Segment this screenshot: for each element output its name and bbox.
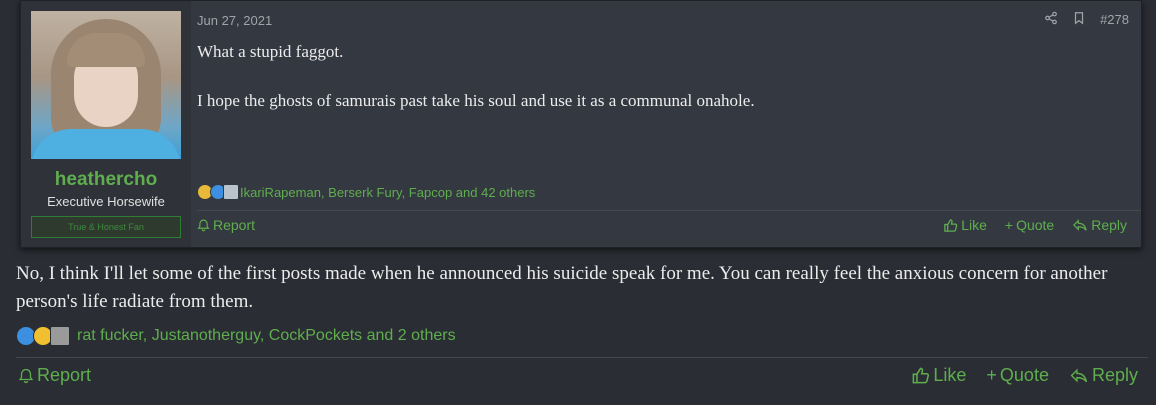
reaction-icons — [16, 326, 70, 346]
username[interactable]: heathercho — [21, 169, 191, 191]
post-footer-divider — [16, 357, 1148, 358]
user-title: Executive Horsewife — [47, 194, 165, 209]
reply-icon — [1070, 368, 1088, 383]
like-button[interactable]: Like — [911, 365, 966, 386]
like-label: Like — [933, 365, 967, 385]
user-banner: True & Honest Fan — [31, 216, 181, 238]
post-paragraph: I hope the ghosts of samurais past take … — [197, 91, 755, 110]
reactions-list[interactable]: rat fucker, Justanotherguy, CockPockets … — [77, 327, 456, 345]
report-label: Report — [37, 365, 92, 385]
reply-label: Reply — [1091, 217, 1127, 233]
post-meta-actions: #278 — [1044, 11, 1129, 28]
post-body-text: No, I think I'll let some of the first p… — [16, 263, 1108, 312]
footer-divider — [197, 210, 1141, 211]
reply-icon — [1073, 219, 1087, 231]
quote-button[interactable]: + Quote — [1005, 217, 1054, 233]
bookmark-icon[interactable] — [1072, 11, 1086, 28]
like-icon — [944, 218, 958, 232]
report-icon — [197, 219, 210, 232]
reactions-list[interactable]: IkariRapeman, Berserk Fury, Fapcop and 4… — [240, 185, 535, 200]
report-label: Report — [213, 217, 256, 233]
post-reactions-bar[interactable]: rat fucker, Justanotherguy, CockPockets … — [16, 326, 456, 346]
quote-icon: + — [986, 365, 997, 385]
post-footer: Report Like + Quote Reply — [197, 217, 1127, 233]
like-label: Like — [961, 217, 987, 233]
newspaper-reaction-icon — [50, 326, 70, 346]
quote-button[interactable]: + Quote — [986, 365, 1049, 386]
reactions-bar[interactable]: IkariRapeman, Berserk Fury, Fapcop and 4… — [197, 184, 535, 200]
user-info-panel: heathercho Executive Horsewife True & Ho… — [21, 1, 191, 247]
reaction-icons — [197, 184, 239, 200]
quoted-post: heathercho Executive Horsewife True & Ho… — [20, 0, 1142, 248]
post-footer: Report Like + Quote Reply — [18, 365, 1138, 386]
reply-button[interactable]: Reply — [1069, 365, 1138, 386]
post-paragraph: What a stupid faggot. — [197, 42, 344, 61]
like-button[interactable]: Like — [943, 217, 987, 233]
avatar[interactable] — [31, 11, 181, 159]
post-body: What a stupid faggot. I hope the ghosts … — [197, 39, 1097, 137]
quote-label: Quote — [1016, 217, 1055, 233]
post-date[interactable]: Jun 27, 2021 — [197, 13, 272, 28]
report-icon — [18, 368, 34, 384]
reply-label: Reply — [1091, 365, 1138, 385]
report-button[interactable]: Report — [197, 217, 255, 233]
quote-icon: + — [1004, 217, 1014, 233]
wand-reaction-icon — [223, 184, 239, 200]
like-icon — [912, 367, 930, 384]
quote-label: Quote — [999, 365, 1049, 385]
post-number[interactable]: #278 — [1100, 12, 1129, 27]
report-button[interactable]: Report — [18, 365, 91, 386]
share-icon[interactable] — [1044, 11, 1058, 28]
reply-button[interactable]: Reply — [1072, 217, 1127, 233]
